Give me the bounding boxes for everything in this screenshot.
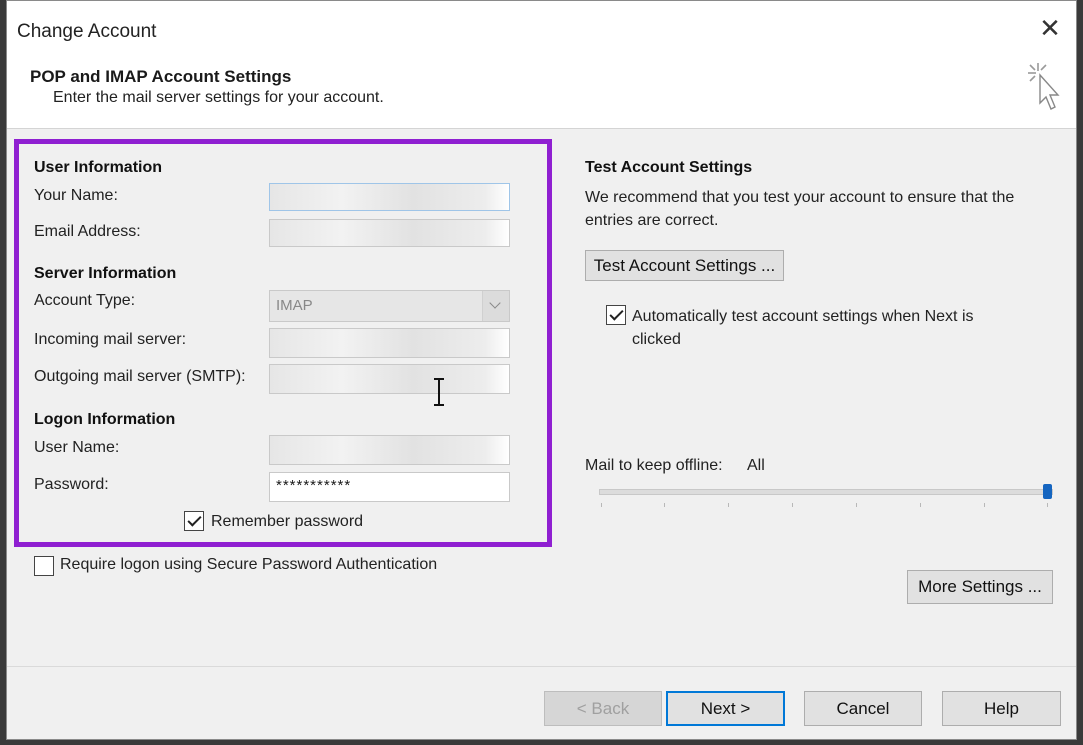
change-account-dialog: Change Account ✕ POP and IMAP Account Se… <box>6 0 1077 740</box>
spa-label: Require logon using Secure Password Auth… <box>60 556 438 573</box>
offline-slider-track[interactable] <box>599 489 1053 495</box>
mail-offline-value: All <box>747 457 765 474</box>
help-button[interactable]: Help <box>942 691 1061 726</box>
page-title: POP and IMAP Account Settings <box>30 67 292 86</box>
slider-tick <box>1047 503 1048 507</box>
close-icon[interactable]: ✕ <box>1038 15 1062 41</box>
slider-tick <box>984 503 985 507</box>
spa-checkbox[interactable] <box>34 556 54 576</box>
text-cursor-icon <box>434 378 444 406</box>
slider-tick <box>728 503 729 507</box>
cancel-button[interactable]: Cancel <box>804 691 922 726</box>
window-title: Change Account <box>17 21 157 42</box>
page-subtitle: Enter the mail server settings for your … <box>53 89 384 106</box>
next-button[interactable]: Next > <box>666 691 785 726</box>
highlight-box <box>14 139 552 547</box>
test-account-settings-button[interactable]: Test Account Settings ... <box>585 250 784 281</box>
test-account-heading: Test Account Settings <box>585 159 753 176</box>
dialog-header: Change Account ✕ POP and IMAP Account Se… <box>7 1 1076 129</box>
test-account-description: We recommend that you test your account … <box>585 189 1015 229</box>
auto-test-label: Automatically test account settings when… <box>632 308 974 348</box>
footer-divider <box>7 666 1076 667</box>
auto-test-checkbox[interactable] <box>606 305 626 325</box>
more-settings-button[interactable]: More Settings ... <box>907 570 1053 604</box>
offline-slider-thumb[interactable] <box>1043 484 1052 499</box>
mail-offline-label: Mail to keep offline: <box>585 457 723 474</box>
back-button[interactable]: < Back <box>544 691 662 726</box>
slider-tick <box>920 503 921 507</box>
slider-tick <box>601 503 602 507</box>
slider-tick <box>856 503 857 507</box>
slider-tick <box>664 503 665 507</box>
click-cursor-icon <box>1028 63 1060 110</box>
slider-tick <box>792 503 793 507</box>
